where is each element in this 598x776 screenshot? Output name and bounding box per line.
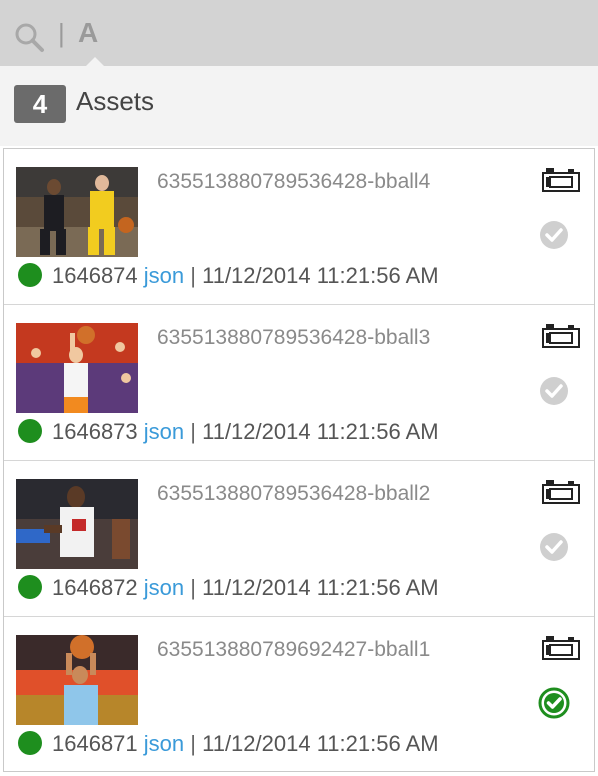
asset-meta: 1646873 json | 11/12/2014 11:21:56 AM xyxy=(18,419,439,445)
asset-id: 1646874 xyxy=(52,263,138,288)
json-link[interactable]: json xyxy=(144,575,184,600)
asset-date: 11/12/2014 11:21:56 AM xyxy=(202,263,439,288)
select-check-icon[interactable] xyxy=(538,687,570,719)
asset-name[interactable]: 635513880789536428-bball2 xyxy=(157,479,487,508)
asset-row[interactable]: 635513880789536428-bball4 1646874 json |… xyxy=(4,149,594,305)
search-mode-toggle[interactable]: A xyxy=(78,17,98,49)
asset-row[interactable]: 635513880789692427-bball1 1646871 json |… xyxy=(4,617,594,773)
asset-id: 1646873 xyxy=(52,419,138,444)
asset-thumbnail[interactable] xyxy=(16,635,138,725)
json-link[interactable]: json xyxy=(144,731,184,756)
search-separator: | xyxy=(58,18,65,48)
asset-date: 11/12/2014 11:21:56 AM xyxy=(202,731,439,756)
status-indicator xyxy=(18,263,42,288)
search-icon[interactable] xyxy=(14,22,46,54)
asset-thumbnail[interactable] xyxy=(16,167,138,257)
status-indicator xyxy=(18,419,42,444)
asset-name[interactable]: 635513880789536428-bball4 xyxy=(157,167,487,196)
camera-icon xyxy=(542,636,580,660)
camera-icon xyxy=(542,168,580,192)
camera-icon xyxy=(542,480,580,504)
asset-meta: 1646874 json | 11/12/2014 11:21:56 AM xyxy=(18,263,439,289)
asset-id: 1646871 xyxy=(52,731,138,756)
asset-thumbnail[interactable] xyxy=(16,323,138,413)
meta-separator: | xyxy=(190,731,196,756)
asset-name[interactable]: 635513880789536428-bball3 xyxy=(157,323,487,352)
meta-separator: | xyxy=(190,575,196,600)
asset-row[interactable]: 635513880789536428-bball2 1646872 json |… xyxy=(4,461,594,617)
select-check-icon[interactable] xyxy=(538,219,570,251)
status-indicator xyxy=(18,575,42,600)
select-check-icon[interactable] xyxy=(538,531,570,563)
meta-separator: | xyxy=(190,263,196,288)
dropdown-caret xyxy=(86,57,104,66)
asset-meta: 1646871 json | 11/12/2014 11:21:56 AM xyxy=(18,731,439,757)
json-link[interactable]: json xyxy=(144,419,184,444)
asset-thumbnail[interactable] xyxy=(16,479,138,569)
asset-meta: 1646872 json | 11/12/2014 11:21:56 AM xyxy=(18,575,439,601)
json-link[interactable]: json xyxy=(144,263,184,288)
assets-label: Assets xyxy=(76,86,155,116)
asset-name[interactable]: 635513880789692427-bball1 xyxy=(157,635,487,664)
meta-separator: | xyxy=(190,419,196,444)
camera-icon xyxy=(542,324,580,348)
asset-count-badge: 4 xyxy=(14,85,66,123)
asset-date: 11/12/2014 11:21:56 AM xyxy=(202,575,439,600)
asset-list: 635513880789536428-bball4 1646874 json |… xyxy=(3,148,595,772)
asset-row[interactable]: 635513880789536428-bball3 1646873 json |… xyxy=(4,305,594,461)
search-bar[interactable]: | A xyxy=(0,0,598,66)
asset-date: 11/12/2014 11:21:56 AM xyxy=(202,419,439,444)
asset-id: 1646872 xyxy=(52,575,138,600)
status-indicator xyxy=(18,731,42,756)
select-check-icon[interactable] xyxy=(538,375,570,407)
